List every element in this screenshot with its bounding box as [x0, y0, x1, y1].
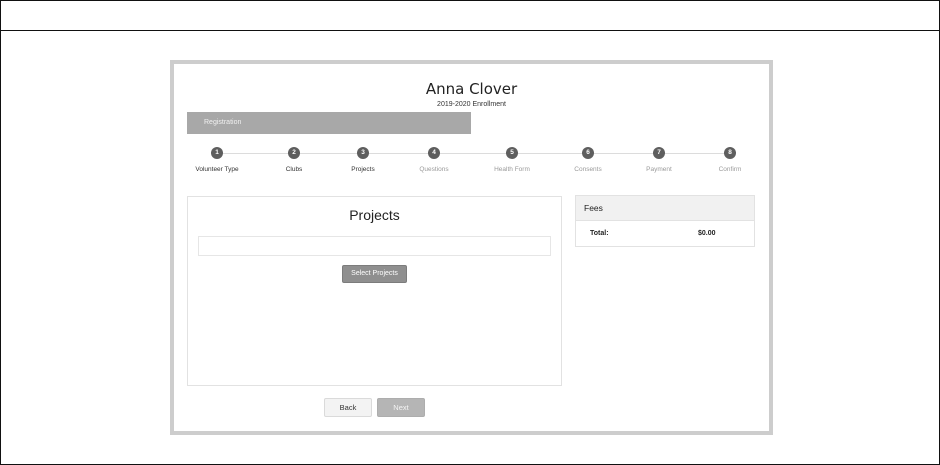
fees-panel: Fees Total: $0.00 [575, 195, 755, 247]
fees-total-label: Total: [590, 230, 609, 237]
step-label: Projects [351, 166, 375, 173]
step-number: 1 [211, 147, 223, 159]
step-label: Consents [574, 166, 602, 173]
step-number: 6 [582, 147, 594, 159]
wizard-steps: 1 Volunteer Type 2 Clubs 3 Projects 4 Qu… [187, 146, 747, 180]
step-number: 7 [653, 147, 665, 159]
browser-top-bar [0, 0, 940, 31]
selected-projects-list [198, 236, 551, 256]
next-button[interactable]: Next [377, 398, 425, 417]
step-number: 4 [428, 147, 440, 159]
step-payment[interactable]: 7 Payment [619, 146, 699, 173]
step-questions[interactable]: 4 Questions [394, 146, 474, 173]
fees-total-value: $0.00 [698, 230, 716, 237]
member-name: Anna Clover [425, 80, 518, 98]
step-consents[interactable]: 6 Consents [548, 146, 628, 173]
step-label: Health Form [494, 166, 530, 173]
enrollment-year: 2019-2020 Enrollment [437, 101, 506, 108]
progress-label: Registration [204, 119, 242, 126]
step-label: Questions [419, 166, 449, 173]
step-label: Volunteer Type [195, 166, 239, 173]
registration-progress-bar: Registration [187, 112, 471, 134]
step-number: 2 [288, 147, 300, 159]
step-number: 5 [506, 147, 518, 159]
step-clubs[interactable]: 2 Clubs [254, 146, 334, 173]
step-number: 3 [357, 147, 369, 159]
step-label: Clubs [285, 166, 303, 173]
enrollment-card: Anna Clover 2019-2020 Enrollment Registr… [170, 60, 773, 435]
select-projects-button[interactable]: Select Projects [342, 265, 407, 283]
step-label: Payment [646, 166, 672, 173]
step-health-form[interactable]: 5 Health Form [472, 146, 552, 173]
fees-total-row: Total: $0.00 [576, 221, 754, 247]
projects-title: Projects [349, 207, 400, 223]
projects-panel: Projects Select Projects [187, 196, 562, 386]
back-button[interactable]: Back [324, 398, 372, 417]
step-number: 8 [724, 147, 736, 159]
step-volunteer-type[interactable]: 1 Volunteer Type [177, 146, 257, 173]
fees-title: Fees [576, 196, 754, 221]
step-confirm[interactable]: 8 Confirm [690, 146, 770, 173]
step-projects[interactable]: 3 Projects [323, 146, 403, 173]
step-label: Confirm [718, 166, 742, 173]
